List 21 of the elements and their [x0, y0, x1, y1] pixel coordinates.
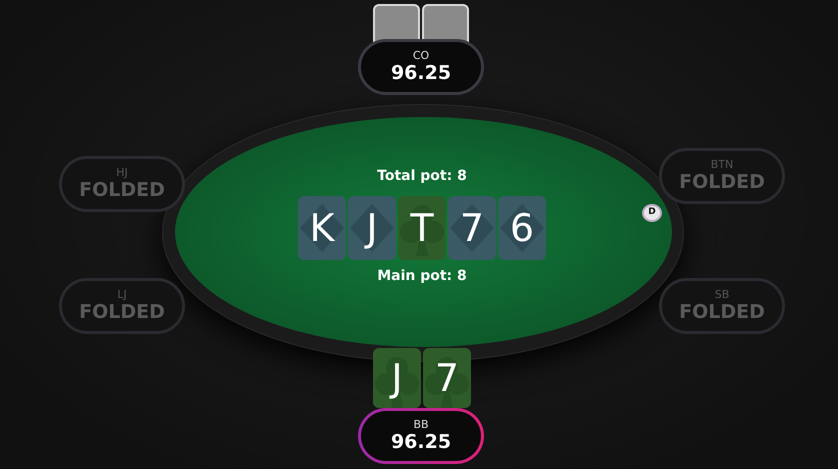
seat-position: HJ — [116, 166, 128, 180]
playing-card: J — [373, 348, 421, 408]
seat-position: BTN — [710, 158, 734, 172]
playing-card: 7 — [448, 196, 496, 260]
seat-position: LJ — [117, 288, 127, 302]
playing-card: 6 — [498, 196, 546, 260]
seat-position: BB — [413, 418, 429, 432]
playing-card: K — [298, 196, 346, 260]
pot-label: Total pot: 8 — [376, 167, 468, 186]
seat-stack: 96.25 — [390, 431, 452, 454]
playing-card: T — [398, 196, 446, 260]
seat-stack: FOLDED — [79, 179, 165, 202]
playing-card: J — [348, 196, 396, 260]
seat-stack: FOLDED — [679, 301, 765, 324]
seat-stack: FOLDED — [79, 301, 165, 324]
seat-position: CO — [412, 49, 430, 62]
seat-position: SB — [714, 288, 730, 302]
seat-stack: FOLDED — [679, 171, 765, 194]
seat-stack: 96.25 — [390, 62, 452, 85]
pot-label: Main pot: 8 — [376, 267, 468, 286]
playing-card: 7 — [423, 348, 471, 408]
